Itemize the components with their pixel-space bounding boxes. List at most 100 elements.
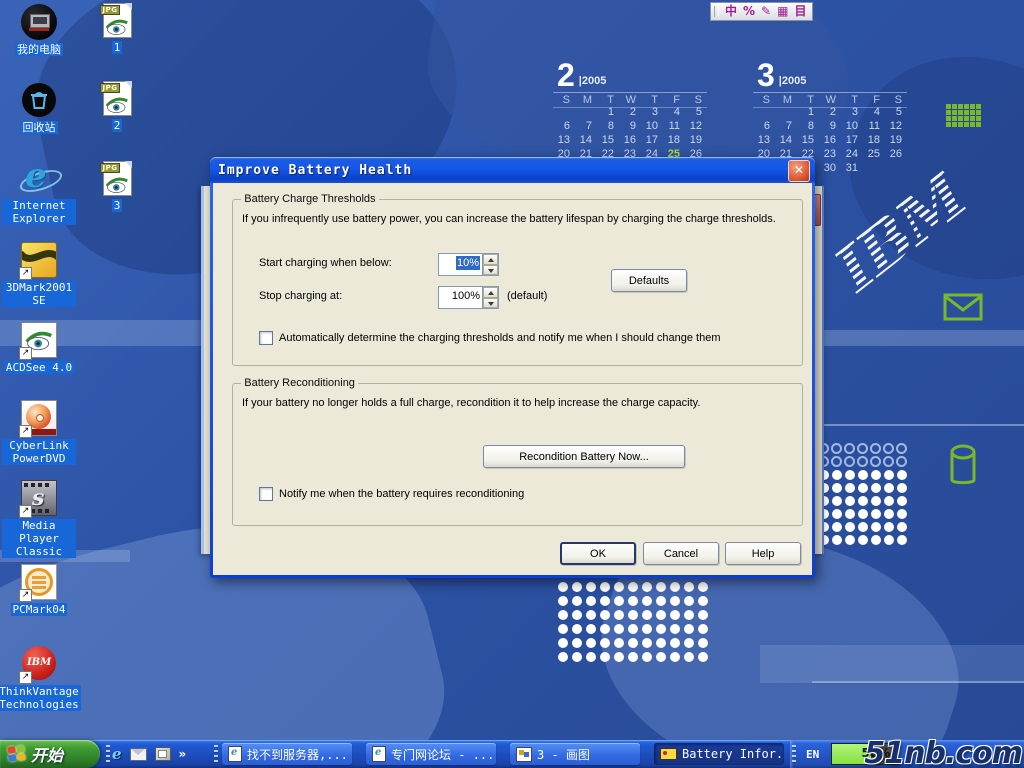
default-note: (default) [507, 290, 547, 302]
windows-logo-icon [7, 745, 26, 763]
recondition-battery-button[interactable]: Recondition Battery Now... [483, 445, 685, 468]
start-button[interactable]: 开始 [0, 740, 100, 768]
ibm-logo: IBM [821, 159, 979, 305]
wallpaper-line [812, 424, 1024, 426]
battery-charge-thresholds-group: Battery Charge Thresholds If you infrequ… [232, 193, 803, 366]
shortcut-arrow-icon: ↗ [19, 425, 32, 438]
internet-explorer-icon: e [21, 160, 57, 196]
ime-punctuation-icon[interactable]: % [743, 4, 755, 19]
calendar-year: |2005 [579, 75, 607, 87]
quicklaunch-overflow-chevron[interactable]: » [179, 747, 187, 761]
jpg-file-icon: JPG [103, 161, 132, 196]
system-tray: EN 58% [790, 740, 1024, 768]
calendar-month: 2 [557, 60, 575, 90]
defaults-button[interactable]: Defaults [611, 269, 687, 292]
battery-icon [660, 748, 677, 760]
ime-mode-icon[interactable]: 中 [725, 4, 737, 19]
battery-gauge[interactable]: 58% [831, 743, 899, 765]
spin-up-icon[interactable] [483, 287, 498, 298]
notify-reconditioning-checkbox-row: Notify me when the battery requires reco… [259, 487, 524, 501]
desktop-icon-jpg-2[interactable]: JPG 2 [94, 80, 140, 132]
shortcut-arrow-icon: ↗ [19, 671, 32, 684]
notify-reconditioning-label: Notify me when the battery requires reco… [279, 488, 524, 500]
desktop: IBM 2 |2005 SMTWTFS123456789101112131415… [0, 0, 1024, 768]
wallpaper-band [760, 645, 1024, 683]
taskbar-button-paint[interactable]: 3 - 画图 [510, 743, 640, 765]
reconditioning-description: If your battery no longer holds a full c… [242, 397, 794, 409]
desktop-icon-recycle-bin[interactable]: 回收站 [2, 82, 76, 134]
dot-pattern [817, 442, 908, 546]
desktop-icon-jpg-1[interactable]: JPG 1 [94, 2, 140, 54]
battery-reconditioning-group: Battery Reconditioning If your battery n… [232, 377, 803, 526]
shortcut-arrow-icon: ↗ [19, 589, 32, 602]
auto-determine-label: Automatically determine the charging thr… [279, 332, 720, 344]
ime-keyboard-icon[interactable]: ▦ [777, 4, 788, 19]
start-threshold-value[interactable]: 10% [456, 256, 480, 270]
desktop-icon-pcmark04[interactable]: ↗ PCMark04 [2, 564, 76, 616]
quick-launch: e » [112, 740, 186, 768]
dialog-title: Improve Battery Health [218, 163, 412, 178]
start-threshold-spinner[interactable]: 10% [438, 253, 499, 276]
close-icon[interactable]: ✕ [788, 160, 810, 182]
quicklaunch-outlook-express-icon[interactable] [130, 748, 147, 761]
shortcut-arrow-icon: ↗ [19, 505, 32, 518]
my-computer-icon [21, 4, 57, 40]
language-indicator[interactable]: EN [806, 748, 819, 761]
battery-percent: 58% [832, 746, 890, 760]
desktop-icon-internet-explorer[interactable]: e Internet Explorer [2, 160, 76, 225]
shortcut-arrow-icon: ↗ [19, 347, 32, 360]
ime-pen-icon[interactable]: ✎ [761, 4, 771, 19]
dot-pattern [556, 580, 710, 664]
notify-reconditioning-checkbox[interactable] [259, 487, 273, 501]
pixel-grid-icon [946, 104, 981, 127]
start-charging-label: Start charging when below: [259, 257, 392, 269]
auto-determine-checkbox[interactable] [259, 331, 273, 345]
recycle-bin-icon [21, 82, 57, 118]
thresholds-description: If you infrequently use battery power, y… [242, 213, 794, 225]
ime-language-bar[interactable]: 中 % ✎ ▦ 目 [710, 2, 813, 21]
taskbar-button-forum[interactable]: 专门网论坛 - ... [366, 743, 496, 765]
stop-threshold-value[interactable]: 100% [452, 290, 480, 302]
group-legend: Battery Reconditioning [241, 377, 358, 389]
dialog-titlebar[interactable]: Improve Battery Health ✕ [210, 157, 815, 183]
wallpaper-line [812, 681, 1024, 683]
cancel-button[interactable]: Cancel [643, 542, 719, 565]
tasks-grip[interactable] [214, 745, 218, 763]
jpg-file-icon: JPG [103, 3, 132, 38]
taskbar-button-battery-information[interactable]: Battery Infor... [654, 743, 784, 765]
help-button[interactable]: Help [725, 542, 801, 565]
desktop-icon-jpg-3[interactable]: JPG 3 [94, 160, 140, 212]
spin-down-icon[interactable] [483, 265, 498, 276]
taskbar-button-server-not-found[interactable]: 找不到服务器,... [222, 743, 352, 765]
quicklaunch-show-desktop-icon[interactable] [155, 747, 171, 761]
ie-page-icon [372, 746, 386, 762]
quicklaunch-ie-icon[interactable]: e [112, 745, 122, 763]
calendar-year: |2005 [779, 75, 807, 87]
auto-determine-checkbox-row: Automatically determine the charging thr… [259, 331, 720, 345]
ime-menu-icon[interactable]: 目 [794, 4, 806, 19]
quicklaunch-grip[interactable] [106, 745, 110, 763]
ie-page-icon [228, 746, 242, 762]
envelope-icon [943, 292, 983, 322]
jpg-file-icon: JPG [103, 81, 132, 116]
desktop-icon-media-player-classic[interactable]: s ↗ Media Player Classic [2, 480, 76, 558]
desktop-icon-thinkvantage[interactable]: IBM ↗ ThinkVantage Technologies [2, 646, 76, 711]
desktop-icon-acdsee[interactable]: ↗ ACDSee 4.0 [2, 322, 76, 374]
paint-icon [516, 747, 532, 762]
dialog-body: Battery Charge Thresholds If you infrequ… [213, 183, 812, 575]
improve-battery-health-dialog: Improve Battery Health ✕ Battery Charge … [210, 157, 815, 578]
calendar-month: 3 [757, 60, 775, 90]
tray-grip[interactable] [792, 745, 796, 763]
stop-threshold-spinner[interactable]: 100% [438, 286, 499, 309]
shortcut-arrow-icon: ↗ [19, 267, 32, 280]
spin-up-icon[interactable] [483, 254, 498, 265]
spin-down-icon[interactable] [483, 298, 498, 309]
ime-grip[interactable] [714, 6, 719, 17]
desktop-icon-my-computer[interactable]: 我的电脑 [2, 4, 76, 56]
ok-button[interactable]: OK [560, 542, 636, 565]
cylinder-icon [948, 444, 978, 488]
taskbar: 开始 e » 找不到服务器,... 专门网论坛 - ... 3 - 画图 Bat… [0, 740, 1024, 768]
desktop-icon-powerdvd[interactable]: ↗ CyberLink PowerDVD [2, 400, 76, 465]
desktop-icon-3dmark2001[interactable]: ↗ 3DMark2001 SE [2, 242, 76, 307]
stop-charging-label: Stop charging at: [259, 290, 342, 302]
